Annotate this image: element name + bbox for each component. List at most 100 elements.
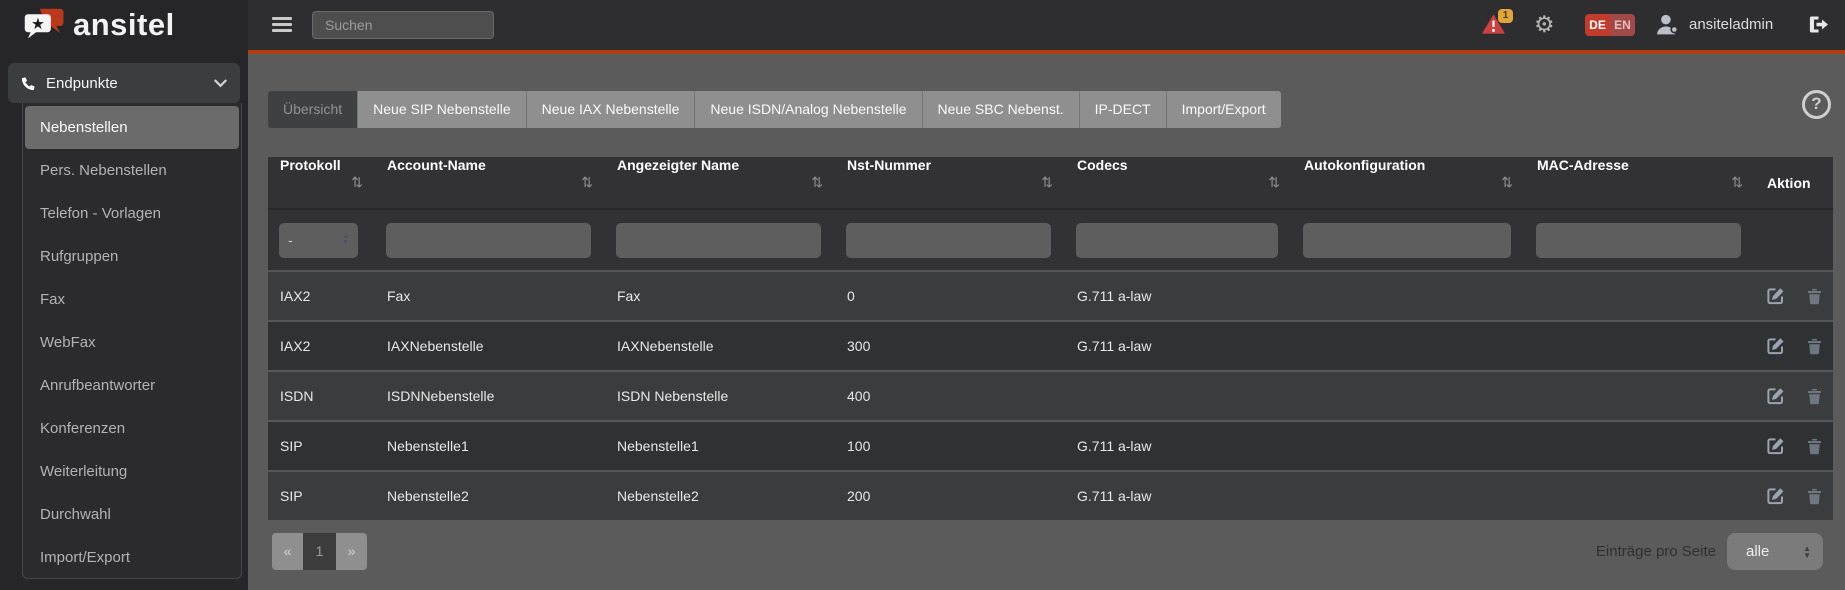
- sidebar-item-fax[interactable]: Fax: [25, 278, 239, 321]
- filter-input-account-name[interactable]: [386, 223, 591, 258]
- table-cell: [1292, 421, 1525, 471]
- sidebar-item-durchwahl[interactable]: Durchwahl: [25, 493, 239, 536]
- pagination-current-page[interactable]: 1: [303, 533, 336, 570]
- sidebar-item-telefon-vorlagen[interactable]: Telefon - Vorlagen: [25, 192, 239, 235]
- sort-icon[interactable]: ⇅: [1041, 157, 1053, 208]
- sidebar-item-nebenstellen[interactable]: Nebenstellen: [25, 106, 239, 149]
- logout-icon[interactable]: [1808, 15, 1830, 39]
- table-row: ISDNISDNNebenstelleISDN Nebenstelle400: [268, 371, 1833, 421]
- sort-icon[interactable]: ⇅: [1731, 157, 1743, 208]
- edit-icon[interactable]: [1767, 437, 1785, 455]
- table-cell: [1525, 321, 1755, 371]
- table-cell: [1525, 271, 1755, 321]
- table-cell: G.711 a-law: [1065, 471, 1292, 520]
- table-cell: Nebenstelle2: [375, 471, 605, 520]
- sidebar-section-endpunkte[interactable]: Endpunkte: [8, 63, 240, 103]
- column-header-autokonfiguration: ⇅Autokonfiguration: [1292, 157, 1525, 209]
- pagination-next-button[interactable]: »: [336, 533, 367, 570]
- sidebar-item-label: Nebenstellen: [40, 119, 128, 136]
- edit-icon[interactable]: [1767, 287, 1785, 305]
- column-header-nst-nummer: ⇅Nst-Nummer: [835, 157, 1065, 209]
- sidebar-item-anrufbeantworter[interactable]: Anrufbeantworter: [25, 364, 239, 407]
- sidebar-item-import-export[interactable]: Import/Export: [25, 536, 239, 579]
- tab-bar: ÜbersichtNeue SIP NebenstelleNeue IAX Ne…: [268, 91, 1281, 128]
- per-page-select[interactable]: alle ▲▼: [1727, 533, 1823, 570]
- table-cell: 100: [835, 421, 1065, 471]
- table-cell: ISDN Nebenstelle: [605, 371, 835, 421]
- select-arrows-icon: ▲▼: [1803, 545, 1811, 559]
- filter-input-nst-nummer[interactable]: [846, 223, 1051, 258]
- table-cell: IAX2: [268, 271, 375, 321]
- sidebar-item-label: Rufgruppen: [40, 248, 118, 265]
- tab-neue-sip-nebenstelle[interactable]: Neue SIP Nebenstelle: [358, 91, 527, 128]
- table-cell: ISDN: [268, 371, 375, 421]
- tab-neue-isdn-analog-nebenstelle[interactable]: Neue ISDN/Analog Nebenstelle: [695, 91, 922, 128]
- table-cell: [1292, 371, 1525, 421]
- column-label: Angezeigter Name: [617, 157, 739, 173]
- alert-count-badge: 1: [1498, 9, 1513, 23]
- delete-icon[interactable]: [1807, 338, 1822, 355]
- filter-select-protokoll[interactable]: -▲▼: [279, 223, 358, 258]
- lang-en-button[interactable]: EN: [1610, 14, 1635, 36]
- table-cell: [1525, 471, 1755, 520]
- table-row: IAX2IAXNebenstelleIAXNebenstelle300G.711…: [268, 321, 1833, 371]
- filter-row: -▲▼: [268, 209, 1833, 271]
- sidebar-item-label: Durchwahl: [40, 506, 111, 523]
- sidebar-item-pers-nebenstellen[interactable]: Pers. Nebenstellen: [25, 149, 239, 192]
- lang-de-button[interactable]: DE: [1585, 14, 1610, 36]
- table-row: IAX2FaxFax0G.711 a-law: [268, 271, 1833, 321]
- sidebar: Endpunkte Nebenstellen Pers. Nebenstellen…: [0, 50, 248, 590]
- delete-icon[interactable]: [1807, 488, 1822, 505]
- table-cell: G.711 a-law: [1065, 271, 1292, 321]
- logo[interactable]: ★ ansitel: [0, 0, 248, 50]
- menu-toggle-icon[interactable]: [272, 17, 292, 35]
- alerts-button[interactable]: 1: [1481, 13, 1521, 39]
- filter-input-autokonfiguration[interactable]: [1303, 223, 1511, 258]
- edit-icon[interactable]: [1767, 337, 1785, 355]
- action-cell: [1755, 271, 1833, 321]
- sort-icon[interactable]: ⇅: [1268, 157, 1280, 208]
- sort-icon[interactable]: ⇅: [811, 157, 823, 208]
- help-button[interactable]: ?: [1802, 90, 1831, 119]
- sidebar-item-label: Konferenzen: [40, 420, 125, 437]
- action-cell: [1755, 321, 1833, 371]
- delete-icon[interactable]: [1807, 388, 1822, 405]
- filter-input-angezeigter-name[interactable]: [616, 223, 821, 258]
- tab-import-export[interactable]: Import/Export: [1167, 91, 1281, 128]
- filter-input-mac-adresse[interactable]: [1536, 223, 1741, 258]
- sidebar-item-webfax[interactable]: WebFax: [25, 321, 239, 364]
- edit-icon[interactable]: [1767, 487, 1785, 505]
- tab-neue-sbc-nebenst[interactable]: Neue SBC Nebenst.: [923, 91, 1080, 128]
- sort-icon[interactable]: ⇅: [581, 157, 593, 208]
- tab-ip-dect[interactable]: IP-DECT: [1080, 91, 1167, 128]
- column-header-protokoll: ⇅Protokoll: [268, 157, 375, 209]
- edit-icon[interactable]: [1767, 387, 1785, 405]
- pagination-prev-button[interactable]: «: [272, 533, 303, 570]
- column-label: MAC-Adresse: [1537, 157, 1629, 173]
- sidebar-item-rufgruppen[interactable]: Rufgruppen: [25, 235, 239, 278]
- chat-bubbles-star-icon: ★: [24, 7, 66, 43]
- phone-icon: [21, 76, 36, 91]
- sidebar-item-konferenzen[interactable]: Konferenzen: [25, 407, 239, 450]
- sort-icon[interactable]: ⇅: [351, 157, 363, 208]
- search-input[interactable]: [312, 11, 494, 39]
- user-menu[interactable]: ansiteladmin: [1656, 14, 1773, 35]
- tab-neue-iax-nebenstelle[interactable]: Neue IAX Nebenstelle: [527, 91, 696, 128]
- chevron-down-icon: [214, 79, 227, 88]
- sidebar-item-label: Telefon - Vorlagen: [40, 205, 161, 222]
- gear-icon[interactable]: ⚙: [1534, 10, 1555, 38]
- tab-übersicht[interactable]: Übersicht: [268, 91, 358, 128]
- sort-icon[interactable]: ⇅: [1501, 157, 1513, 208]
- column-header-codecs: ⇅ Codecs: [1065, 157, 1292, 209]
- table-cell: ISDNNebenstelle: [375, 371, 605, 421]
- table-cell: Nebenstelle1: [605, 421, 835, 471]
- per-page-value: alle: [1746, 543, 1769, 560]
- filter-input-codecs[interactable]: [1076, 223, 1278, 258]
- table-cell: [1292, 271, 1525, 321]
- delete-icon[interactable]: [1807, 288, 1822, 305]
- column-label: Codecs: [1077, 157, 1128, 173]
- table-cell: [1525, 371, 1755, 421]
- delete-icon[interactable]: [1807, 438, 1822, 455]
- sidebar-item-weiterleitung[interactable]: Weiterleitung: [25, 450, 239, 493]
- action-cell: [1755, 371, 1833, 421]
